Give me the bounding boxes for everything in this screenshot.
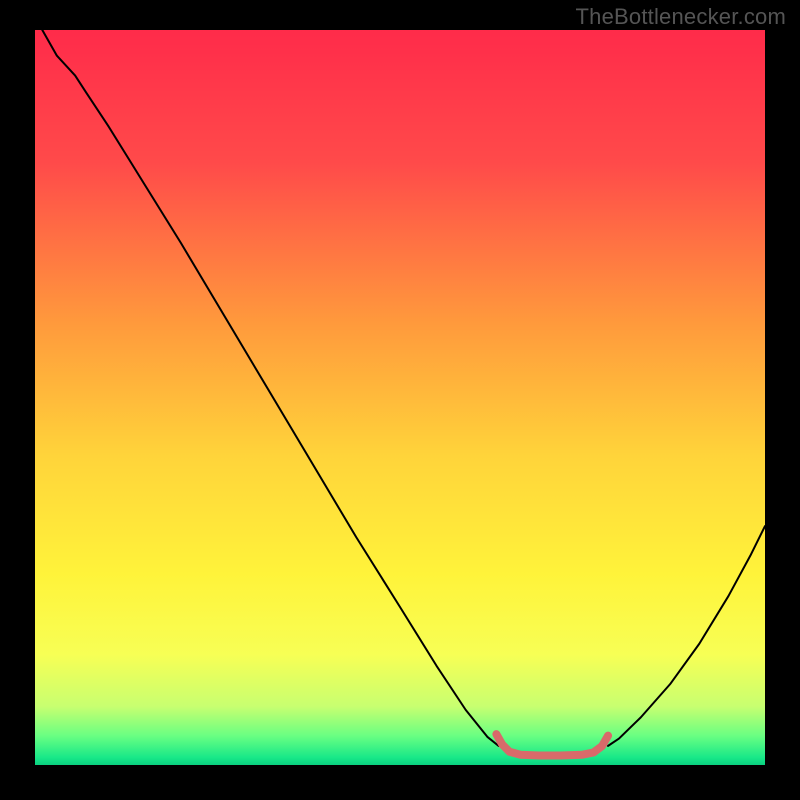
gradient-background xyxy=(35,30,765,765)
watermark-text: TheBottlenecker.com xyxy=(576,4,786,30)
chart-svg xyxy=(35,30,765,765)
bottleneck-chart xyxy=(35,30,765,765)
